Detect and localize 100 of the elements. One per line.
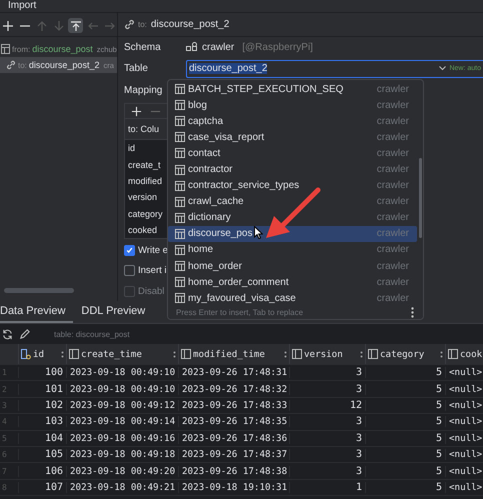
- dropdown-item[interactable]: blog crawler: [168, 97, 417, 114]
- preview-tab[interactable]: DDL Preview: [81, 301, 154, 323]
- table-cell: 5: [365, 432, 445, 444]
- table-cell: <null>: [445, 416, 483, 428]
- table-cell: 2023-09-26 17:48:35: [178, 416, 289, 428]
- add-icon[interactable]: [131, 106, 142, 117]
- column-header[interactable]: cook: [460, 348, 483, 360]
- arrow-left-icon: [86, 20, 98, 32]
- table-cell: 3: [289, 367, 365, 378]
- arrow-right-icon: [104, 20, 116, 32]
- dropdown-item[interactable]: discourse_pos crawler: [168, 226, 417, 242]
- sort-icon[interactable]: [61, 350, 64, 358]
- table-icon: [175, 244, 185, 255]
- column-icon: [181, 349, 191, 359]
- dropdown-item[interactable]: home_order crawler: [168, 258, 417, 274]
- field-label: Schema: [124, 42, 162, 53]
- column-icon: [292, 349, 302, 359]
- table-cell: 2023-09-18 00:49:16: [66, 432, 178, 444]
- field-label: Mapping: [124, 84, 162, 96]
- table-icon: [175, 277, 185, 288]
- table-cell: 2023-09-26 17:48:37: [178, 449, 289, 460]
- dropdown-item[interactable]: contractor crawler: [168, 161, 417, 178]
- checkbox[interactable]: [124, 244, 135, 256]
- scrollbar[interactable]: [4, 288, 74, 293]
- table-icon: [175, 84, 185, 94]
- table-cell: 3: [289, 384, 365, 395]
- sort-icon[interactable]: [173, 350, 176, 358]
- column-icon: [69, 349, 79, 359]
- table-caption: table: discourse_post: [54, 330, 130, 338]
- table-cell: <null>: [445, 384, 483, 395]
- table-cell: 2023-09-18 00:49:21: [66, 482, 178, 493]
- sort-icon[interactable]: [360, 350, 363, 358]
- link-icon: [6, 60, 16, 70]
- field-label: Table: [124, 63, 149, 74]
- arrow-down-icon: [52, 20, 64, 32]
- column-icon: [368, 349, 378, 359]
- sort-icon[interactable]: [284, 350, 287, 358]
- column-header[interactable]: modified_time: [193, 348, 282, 360]
- table-cell: 2023-09-18 00:49:12: [66, 400, 178, 411]
- table-cell: 2023-09-26 17:48:31: [178, 367, 289, 378]
- table-cell: 100: [18, 367, 66, 378]
- table-icon: [175, 164, 185, 175]
- table-cell: <null>: [445, 466, 483, 477]
- table-cell: 3: [289, 449, 365, 460]
- table-cell: <null>: [445, 400, 483, 411]
- table-cell: 2023-09-18 00:49:10: [66, 384, 178, 395]
- column-header[interactable]: create_time: [81, 348, 171, 360]
- checkbox-label[interactable]: Insert i: [138, 265, 167, 276]
- table-cell: 2023-09-18 00:49:18: [66, 449, 178, 460]
- window-title: Import: [8, 1, 36, 11]
- table-cell: 106: [18, 466, 66, 477]
- dropdown-item[interactable]: my_favoured_visa_case crawler: [168, 290, 417, 306]
- dropdown-item[interactable]: crawl_cache crawler: [168, 194, 417, 210]
- refresh-icon[interactable]: [2, 328, 13, 340]
- target-prefix: to:: [138, 20, 147, 29]
- add-button[interactable]: [0, 18, 15, 33]
- key-column-icon: [21, 348, 31, 360]
- table-cell: 2023-09-26 17:48:38: [178, 466, 289, 477]
- sort-icon[interactable]: [440, 350, 443, 358]
- table-cell: 5: [365, 466, 445, 477]
- table-cell: 1: [289, 482, 365, 493]
- table-icon: [175, 180, 185, 191]
- dropdown-item[interactable]: contact crawler: [168, 145, 417, 162]
- column-header[interactable]: category: [380, 348, 438, 360]
- table-icon: [175, 196, 185, 207]
- link-icon: [124, 18, 135, 30]
- hint-text: Press Enter to insert, Tab to replace: [176, 308, 304, 318]
- table-cell: 2023-09-26 17:48:36: [178, 432, 289, 444]
- dropdown-item[interactable]: contractor_service_types crawler: [168, 178, 417, 194]
- table-cell: 105: [18, 449, 66, 460]
- table-cell: <null>: [445, 449, 483, 460]
- table-icon: [175, 293, 185, 304]
- table-cell: 102: [18, 400, 66, 411]
- dropdown-item[interactable]: dictionary crawler: [168, 210, 417, 226]
- table-icon: [175, 100, 185, 110]
- more-icon[interactable]: [411, 307, 414, 318]
- table-cell: 2023-09-18 00:49:10: [66, 367, 178, 378]
- table-cell: <null>: [445, 432, 483, 444]
- preview-tab[interactable]: Data Preview: [0, 301, 74, 323]
- pencil-icon[interactable]: [19, 328, 30, 340]
- table-cell: 2023-09-18 00:49:20: [66, 466, 178, 477]
- column-header[interactable]: version: [304, 348, 358, 360]
- table-cell: 5: [365, 416, 445, 428]
- table-icon: [175, 228, 185, 239]
- table-cell: 3: [289, 466, 365, 477]
- pin-to-top-icon: [70, 20, 82, 32]
- checkbox[interactable]: [124, 265, 135, 276]
- table-icon: [175, 116, 185, 126]
- column-header[interactable]: id: [33, 348, 59, 360]
- dropdown-item[interactable]: home_order_comment crawler: [168, 274, 417, 290]
- plus-icon: [2, 20, 14, 32]
- table-cell: 5: [365, 384, 445, 395]
- schema-icon: [186, 42, 197, 53]
- table-icon: [175, 261, 185, 272]
- dropdown-item[interactable]: home crawler: [168, 242, 417, 258]
- table-icon: [175, 132, 185, 142]
- pin-button[interactable]: [68, 18, 83, 33]
- chevron-icon[interactable]: [439, 66, 446, 72]
- table-cell: 5: [365, 482, 445, 493]
- dropdown-item[interactable]: BATCH_STEP_EXECUTION_SEQ crawler: [168, 81, 417, 98]
